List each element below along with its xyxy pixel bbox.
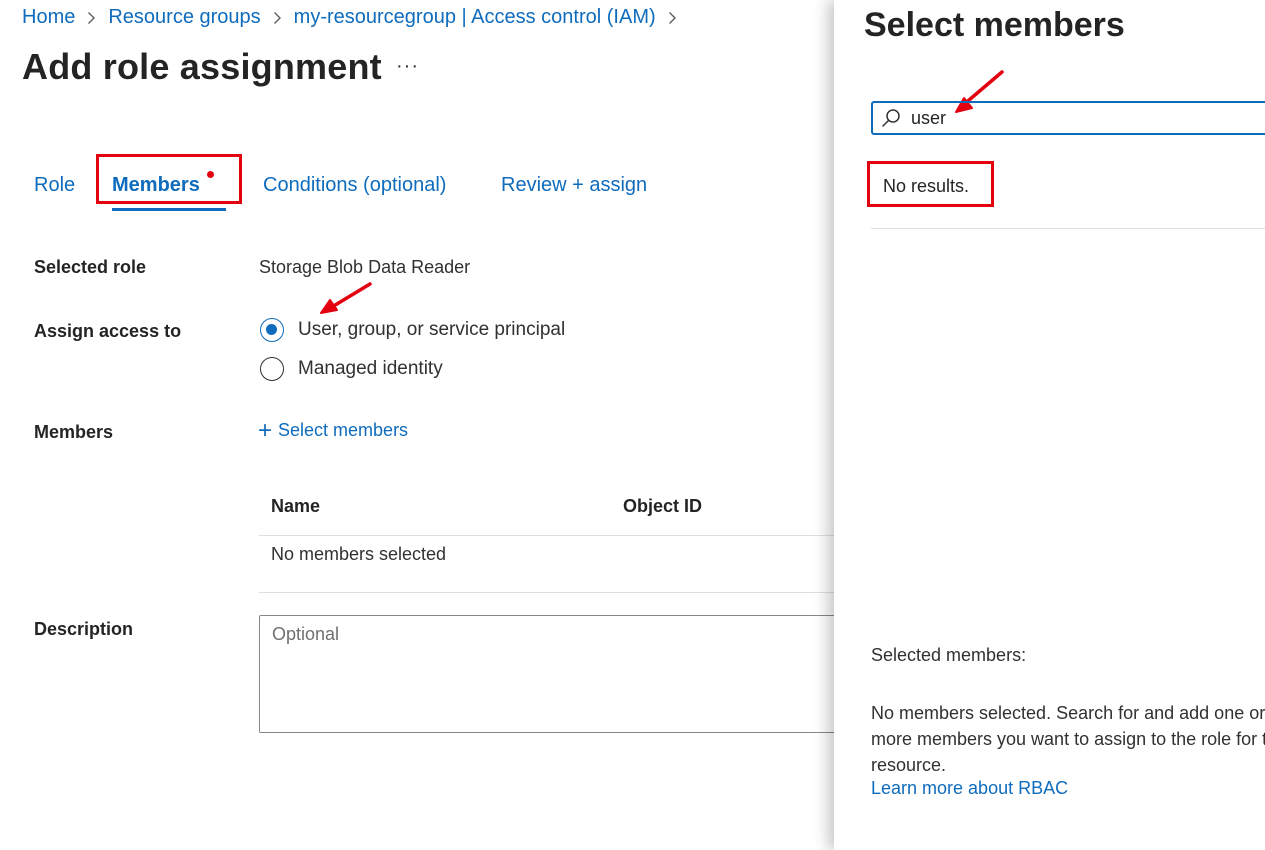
panel-divider [871,228,1265,229]
search-icon [881,108,901,128]
breadcrumb-resource-groups[interactable]: Resource groups [108,6,260,29]
radio-checked-icon[interactable] [260,318,284,342]
panel-title: Select members [864,6,1125,44]
radio-unchecked-icon[interactable] [260,357,284,381]
tab-review-assign[interactable]: Review + assign [501,174,647,197]
annotation-arrow-icon [320,282,372,314]
page-title: Add role assignment [22,46,382,87]
members-label: Members [34,422,114,442]
select-members-panel: Select members No results. Selected memb… [834,0,1265,850]
radio-label-user-group-principal: User, group, or service principal [298,319,566,340]
tab-role[interactable]: Role [34,174,75,197]
breadcrumb: Home Resource groups my-resourcegroup | … [22,6,689,29]
search-input[interactable] [909,106,1213,130]
selected-members-message: No members selected. Search for and add … [871,703,1265,775]
radio-user-group-principal[interactable]: User, group, or service principal [260,318,565,342]
radio-label-managed-identity: Managed identity [298,358,443,379]
no-results-text: No results. [883,176,970,196]
radio-managed-identity[interactable]: Managed identity [260,357,443,381]
selected-role-value: Storage Blob Data Reader [259,257,471,277]
table-divider [259,535,834,536]
more-options-button[interactable]: ··· [396,55,419,78]
select-members-link[interactable]: + Select members [258,416,409,444]
plus-icon: + [258,416,273,444]
active-tab-indicator [112,208,226,211]
select-members-label: Select members [278,420,409,440]
column-header-name: Name [271,496,321,516]
selected-role-label: Selected role [34,257,147,277]
learn-more-rbac-link[interactable]: Learn more about RBAC [871,778,1068,799]
breadcrumb-home[interactable]: Home [22,6,75,29]
table-empty-text: No members selected [271,544,447,564]
annotation-box-members-tab [96,154,242,204]
chevron-right-icon [273,11,282,25]
annotation-dot [207,171,214,178]
assign-access-label: Assign access to [34,321,182,341]
selected-members-label: Selected members: [871,645,1027,665]
description-field[interactable] [259,615,859,733]
tab-conditions[interactable]: Conditions (optional) [263,174,446,197]
chevron-right-icon [87,11,96,25]
description-label: Description [34,619,134,639]
table-divider [259,592,834,593]
search-box[interactable] [871,101,1265,135]
column-header-object-id: Object ID [623,496,703,516]
breadcrumb-access-control[interactable]: my-resourcegroup | Access control (IAM) [294,6,656,29]
chevron-right-icon [668,11,677,25]
